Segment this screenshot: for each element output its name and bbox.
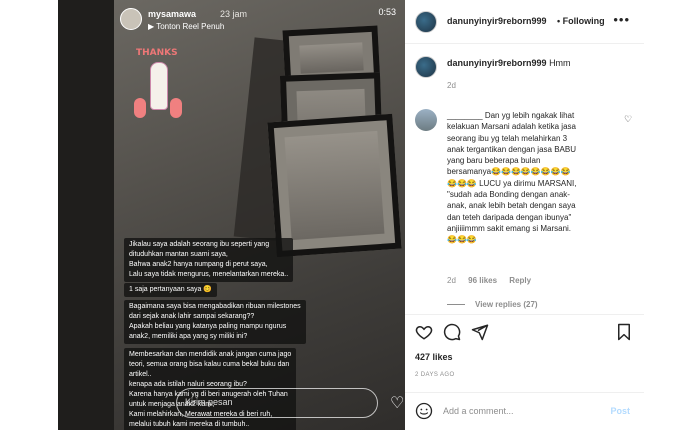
- story-clock: 0:53: [378, 7, 396, 17]
- comment-likes[interactable]: 96 likes: [468, 276, 497, 285]
- likes-count[interactable]: 427 likes: [415, 352, 453, 362]
- story-reply-placeholder: Kirim pesan: [185, 397, 233, 407]
- bookmark-icon[interactable]: [615, 323, 633, 341]
- action-bar: [405, 314, 644, 352]
- reel-label: Tonton Reel Penuh: [156, 22, 225, 31]
- story-header: mysamawa 23 jam ▶ Tonton Reel Penuh 0:53: [120, 4, 405, 32]
- add-comment-row: Add a comment... Post: [405, 392, 644, 430]
- reel-link[interactable]: ▶ Tonton Reel Penuh: [148, 22, 224, 31]
- view-replies-button[interactable]: View replies (27): [447, 300, 538, 309]
- emoji-icon[interactable]: [415, 402, 433, 420]
- story-time: 23 jam: [220, 9, 248, 19]
- sticker-text: THANKS: [136, 48, 178, 58]
- comment-meta: 2d 96 likes Reply: [447, 276, 541, 285]
- caption-line: dari sejak anak lahir sampai sekarang??: [129, 313, 255, 320]
- share-icon[interactable]: [471, 323, 489, 341]
- following-button[interactable]: • Following: [557, 16, 605, 26]
- caption-username[interactable]: danunyinyir9reborn999: [447, 58, 547, 68]
- comment-time: 2d: [447, 276, 456, 285]
- author-avatar[interactable]: [415, 11, 437, 33]
- thanks-sticker: THANKS: [128, 48, 190, 136]
- story-avatar: [120, 8, 142, 30]
- comment-text: ________ Dan yg lebih ngakak lihat kelak…: [447, 111, 577, 245]
- post-date: 2 DAYS AGO: [415, 372, 455, 378]
- author-username[interactable]: danunyinyir9reborn999: [447, 16, 547, 26]
- caption-line: Bagaimana saya bisa mengabadikan ribuan …: [129, 303, 301, 310]
- story-heart-icon[interactable]: ♡: [390, 393, 404, 413]
- media-panel: mysamawa 23 jam ▶ Tonton Reel Penuh 0:53…: [58, 0, 405, 430]
- more-options-icon[interactable]: •••: [613, 12, 630, 27]
- sticker-kid: [170, 98, 182, 118]
- caption-line: Membesarkan dan mendidik anak jangan cum…: [129, 351, 292, 358]
- heart-icon[interactable]: [415, 323, 433, 341]
- commenter-avatar[interactable]: [415, 109, 437, 131]
- caption-line: anak2, memiliki apa yang sy miliki ini?: [129, 333, 248, 340]
- story-caption-block: 1 saja pertanyaan saya 😊: [124, 283, 218, 297]
- caption-author-avatar[interactable]: [415, 56, 437, 78]
- caption-line: Bahwa anak2 hanya numpang di perut saya,: [129, 261, 268, 268]
- caption-line: melalui tubuh kami mereka di tumbuh..: [129, 421, 250, 428]
- comment-icon[interactable]: [443, 323, 461, 341]
- comment-like-icon[interactable]: ♡: [624, 114, 632, 125]
- sticker-kid: [134, 98, 146, 118]
- caption-line: 1 saja pertanyaan saya 😊: [129, 286, 213, 293]
- story-caption-block: Bagaimana saya bisa mengabadikan ribuan …: [124, 300, 306, 344]
- post-comment-button[interactable]: Post: [610, 406, 630, 416]
- sticker-figure: [150, 62, 168, 110]
- story-caption-block: Jikalau saya adalah seorang ibu seperti …: [124, 238, 294, 282]
- caption-text: Hmm: [549, 58, 571, 68]
- caption-line: Jikalau saya adalah seorang ibu seperti …: [129, 241, 270, 248]
- caption-line: dituduhkan mantan suami saya,: [129, 251, 228, 258]
- caption-line: Apakah beliau yang katanya paling mampu …: [129, 323, 287, 330]
- caption-line: Lalu saya tidak mengurus, menelantarkan …: [129, 271, 289, 278]
- add-comment-input[interactable]: Add a comment...: [443, 406, 514, 416]
- post-header: danunyinyir9reborn999 • Following •••: [405, 0, 644, 44]
- story-reply-input[interactable]: Kirim pesan: [176, 388, 378, 418]
- story-username: mysamawa: [148, 9, 197, 19]
- caption-line: artikel..: [129, 371, 152, 378]
- reply-button[interactable]: Reply: [509, 276, 531, 285]
- photo-frame: [267, 113, 402, 258]
- caption-time: 2d: [447, 81, 456, 90]
- caption: danunyinyir9reborn999 Hmm: [447, 58, 571, 68]
- replies-divider: [447, 304, 465, 306]
- post-panel: danunyinyir9reborn999 • Following ••• da…: [405, 0, 644, 430]
- caption-line: teori, semua orang bisa kalau cuma bekal…: [129, 361, 290, 368]
